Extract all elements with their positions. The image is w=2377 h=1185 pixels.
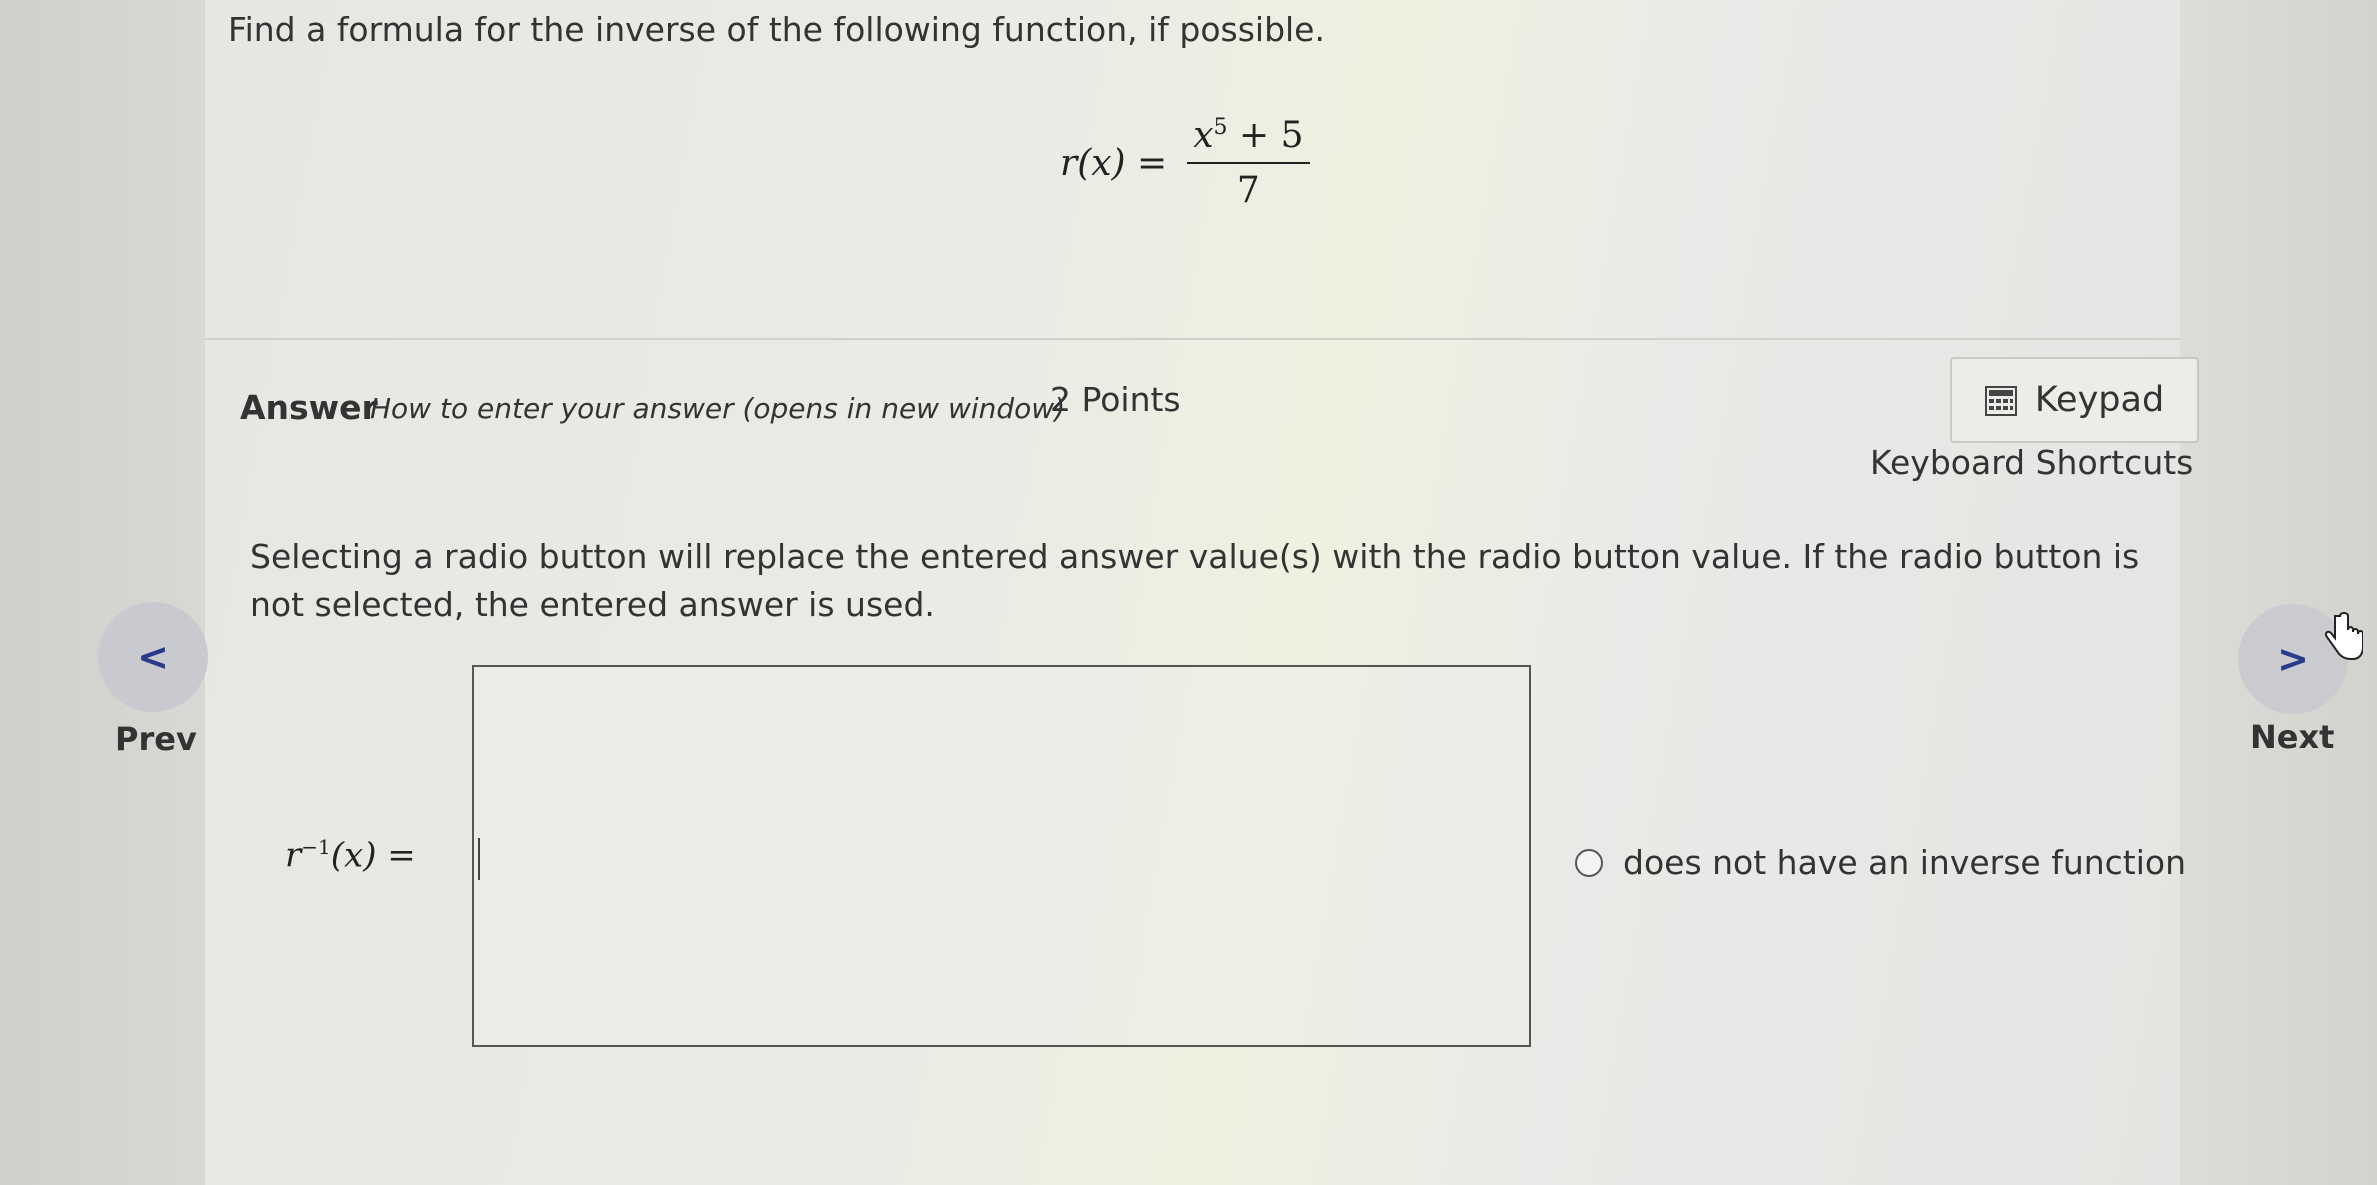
fraction-denominator: 7: [1236, 170, 1260, 211]
next-label[interactable]: Next: [2250, 718, 2334, 756]
keypad-button[interactable]: Keypad: [1950, 357, 2199, 443]
no-inverse-radio[interactable]: [1575, 848, 1603, 877]
inverse-label-base: r: [285, 835, 302, 876]
chevron-right-icon: >: [2277, 637, 2309, 681]
function-lhs: r(x) =: [1060, 142, 1168, 184]
chevron-left-icon: <: [137, 635, 169, 679]
fraction: x5 + 5 7: [1187, 115, 1310, 211]
numerator-variable: x: [1193, 115, 1214, 156]
calculator-icon: [1984, 385, 2017, 416]
inverse-label-rest: (x) =: [330, 835, 416, 876]
prev-label[interactable]: Prev: [115, 720, 197, 758]
prev-button[interactable]: <: [98, 602, 208, 712]
numerator-exponent: 5: [1213, 115, 1228, 140]
question-prompt: Find a formula for the inverse of the fo…: [228, 10, 1325, 49]
keyboard-shortcuts-link[interactable]: Keyboard Shortcuts: [1870, 443, 2193, 482]
fraction-numerator: x5 + 5: [1187, 115, 1310, 164]
no-inverse-option[interactable]: does not have an inverse function: [1575, 843, 2186, 882]
right-gutter: [2180, 0, 2377, 1185]
how-to-enter-answer-link[interactable]: How to enter your answer (opens in new w…: [370, 392, 1065, 425]
points-value: 2 Points: [1050, 380, 1181, 419]
inverse-label-exponent: −1: [301, 835, 331, 859]
no-inverse-label[interactable]: does not have an inverse function: [1623, 843, 2186, 882]
section-divider: [205, 338, 2180, 340]
text-caret: [478, 838, 480, 880]
radio-instructions: Selecting a radio button will replace th…: [250, 537, 2140, 624]
answer-input[interactable]: [472, 665, 1531, 1047]
answer-label: Answer: [240, 388, 378, 427]
keypad-label: Keypad: [2034, 380, 2165, 420]
inverse-function-label: r−1(x) =: [285, 835, 416, 875]
left-gutter: [0, 0, 205, 1185]
function-formula: r(x) = x5 + 5 7: [1060, 108, 1310, 218]
numerator-constant: + 5: [1227, 115, 1304, 156]
hand-cursor-icon: [2325, 612, 2363, 660]
